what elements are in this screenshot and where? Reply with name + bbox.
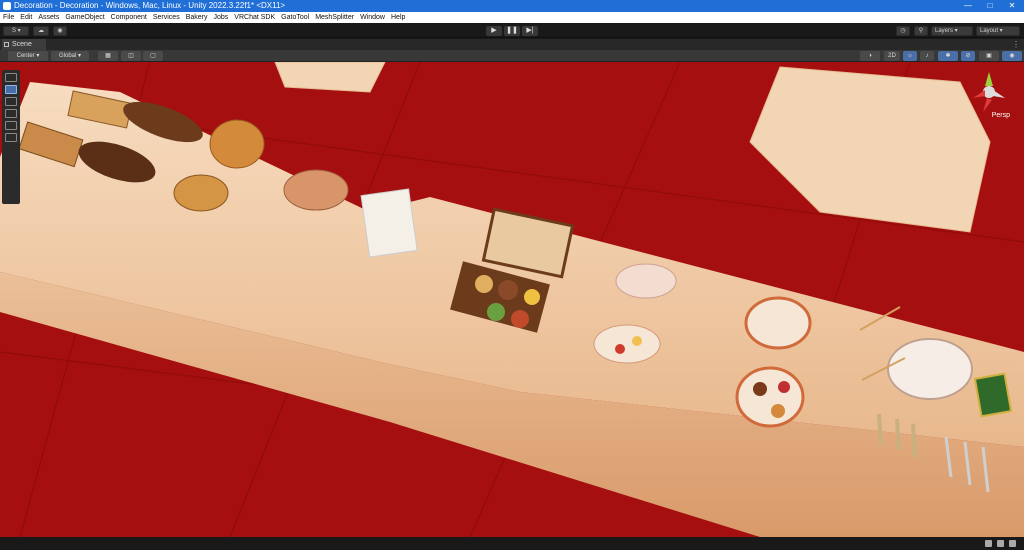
gizmos-icon[interactable]: ◉ [1002, 51, 1022, 61]
minimize-icon[interactable]: — [958, 0, 978, 12]
menu-window[interactable]: Window [360, 12, 385, 23]
scale-tool-icon[interactable] [5, 109, 17, 118]
divided-plate [744, 296, 812, 350]
shading-mode-icon[interactable]: ◑ [860, 51, 880, 61]
tray-food-3 [487, 303, 505, 321]
debug-icon[interactable] [997, 540, 1004, 547]
tray-food-1 [475, 275, 493, 293]
account-button[interactable]: S ▾ [3, 26, 29, 36]
dish-plate [593, 324, 661, 364]
camera-icon[interactable]: ▣ [979, 51, 999, 61]
cloud-icon[interactable]: ☁ [33, 26, 49, 36]
notifications-icon[interactable] [1009, 540, 1016, 547]
empty-plate [615, 263, 677, 299]
play-button[interactable]: ▶ [486, 26, 502, 36]
scene-tab-label: Scene [12, 41, 32, 48]
tray-food-2 [498, 280, 518, 300]
napkin-stand [360, 188, 418, 258]
close-icon[interactable]: ✕ [1002, 0, 1022, 12]
maximize-icon[interactable]: □ [980, 0, 1000, 12]
status-bar [0, 537, 1024, 550]
transform-tool-icon[interactable] [5, 133, 17, 142]
account-label: S [12, 28, 17, 34]
scene-tools-panel [2, 70, 20, 204]
scene-icon [4, 42, 9, 47]
tray-food-4 [511, 310, 529, 328]
menu-vrchat-sdk[interactable]: VRChat SDK [234, 12, 275, 23]
history-icon[interactable]: ◷ [896, 26, 910, 36]
menu-bar: File Edit Assets GameObject Component Se… [0, 12, 1024, 23]
grid-snap-icon[interactable]: ▦ [98, 51, 118, 61]
meal-food-3 [778, 381, 790, 393]
space-label: Global [58, 53, 77, 59]
steamer-basket [209, 119, 265, 169]
layout-dropdown[interactable]: Layout ▾ [976, 26, 1020, 36]
main-toolbar: S ▾ ☁ ◉ ▶ ❚❚ ▶| ◷ ⚲ Layers ▾ Layout ▾ [0, 23, 1024, 38]
pause-button[interactable]: ❚❚ [504, 26, 520, 36]
effects-icon[interactable]: ✱ [938, 51, 958, 61]
mode-2d-button[interactable]: 2D [884, 51, 900, 61]
audio-icon[interactable]: ♪ [920, 51, 934, 61]
layout-label: Layout [980, 28, 999, 34]
dish-food-2 [632, 336, 642, 346]
menu-file[interactable]: File [3, 12, 14, 23]
step-button[interactable]: ▶| [522, 26, 538, 36]
menu-gameobject[interactable]: GameObject [65, 12, 104, 23]
stacked-plates [887, 338, 973, 400]
menu-component[interactable]: Component [111, 12, 147, 23]
snap-settings-icon[interactable]: ▢ [143, 51, 163, 61]
menu-gatotool[interactable]: GatoTool [281, 12, 309, 23]
menu-meshsplitter[interactable]: MeshSplitter [315, 12, 354, 23]
progress-icon[interactable] [985, 540, 992, 547]
scene-render [0, 62, 1024, 537]
bread-basket [173, 174, 229, 212]
menu-services[interactable]: Services [153, 12, 180, 23]
tray-food-5 [524, 289, 540, 305]
perspective-label[interactable]: Persp [992, 112, 1010, 119]
menu-edit[interactable]: Edit [20, 12, 32, 23]
layers-label: Layers [935, 28, 954, 34]
lighting-icon[interactable]: ☼ [903, 51, 917, 61]
unity-logo-icon [3, 2, 11, 10]
menu-help[interactable]: Help [391, 12, 405, 23]
title-bar: Decoration - Decoration - Windows, Mac, … [0, 0, 1024, 12]
layers-dropdown[interactable]: Layers ▾ [931, 26, 973, 36]
meal-food-2 [771, 404, 785, 418]
meal-food-1 [753, 382, 767, 396]
move-tool-icon[interactable] [5, 85, 17, 94]
rotate-tool-icon[interactable] [5, 97, 17, 106]
tab-row: Scene ⋮ [0, 39, 1024, 50]
increment-snap-icon[interactable]: ◫ [121, 51, 141, 61]
window-title: Decoration - Decoration - Windows, Mac, … [14, 1, 286, 10]
collab-icon[interactable]: ◉ [53, 26, 67, 36]
scene-viewport[interactable]: Persp [0, 62, 1024, 537]
pivot-label: Center [16, 53, 35, 59]
menu-assets[interactable]: Assets [38, 12, 59, 23]
back-side-table [274, 62, 386, 93]
mode-2d-label: 2D [888, 53, 896, 59]
dish-food-1 [615, 344, 625, 354]
menu-bakery[interactable]: Bakery [186, 12, 208, 23]
search-icon[interactable]: ⚲ [914, 26, 928, 36]
hidden-objects-icon[interactable]: ⊘ [961, 51, 975, 61]
scene-toolbar: Center ▾ Global ▾ ▦ ◫ ▢ ◑ 2D ☼ ♪ ✱ ⊘ ▣ ◉ [0, 50, 1024, 62]
rect-tool-icon[interactable] [5, 121, 17, 130]
clay-pot [283, 169, 349, 211]
pivot-dropdown[interactable]: Center ▾ [8, 51, 48, 61]
green-napkin [973, 372, 1013, 418]
hand-tool-icon[interactable] [5, 73, 17, 82]
more-options-icon[interactable]: ⋮ [1012, 39, 1020, 50]
space-dropdown[interactable]: Global ▾ [51, 51, 89, 61]
tab-scene[interactable]: Scene [2, 39, 46, 50]
menu-jobs[interactable]: Jobs [214, 12, 229, 23]
meal-plate [735, 366, 805, 428]
